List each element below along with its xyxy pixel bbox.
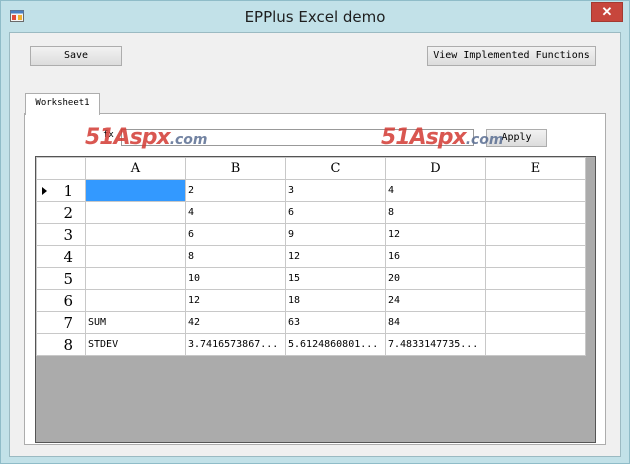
grid-cell[interactable]: 5.6124860801... [285,333,386,356]
column-header-row: A B C D E [36,157,586,180]
row-header[interactable]: 4 [36,245,86,268]
apply-button[interactable]: Apply [486,129,547,147]
grid-cell[interactable]: 7.4833147735... [385,333,486,356]
grid-cell[interactable] [485,223,586,246]
column-header-e[interactable]: E [485,157,586,180]
row-number: 8 [63,335,73,354]
table-row[interactable]: 1 234 [36,179,586,202]
grid-cell[interactable] [485,333,586,356]
row-header[interactable]: 8 [36,333,86,356]
grid-cell[interactable]: SUM [85,311,186,334]
grid-cell[interactable]: 9 [285,223,386,246]
table-row[interactable]: 7 SUM 42 63 84 [36,311,586,334]
grid-cell[interactable] [485,201,586,224]
column-header-c[interactable]: C [285,157,386,180]
grid-cell[interactable]: 42 [185,311,286,334]
row-header[interactable]: 6 [36,289,86,312]
grid-cell[interactable] [485,311,586,334]
grid-cell[interactable]: 84 [385,311,486,334]
grid-cell[interactable]: 8 [385,201,486,224]
row-header[interactable]: 3 [36,223,86,246]
table-row[interactable]: 8 STDEV 3.7416573867... 5.6124860801... 7.48… [36,333,586,356]
close-button[interactable]: ✕ [591,2,623,22]
close-icon: ✕ [601,4,613,19]
grid-cell[interactable]: 18 [285,289,386,312]
formula-input[interactable] [121,129,474,146]
grid-cell[interactable]: 2 [185,179,286,202]
grid-cell[interactable]: 63 [285,311,386,334]
table-row[interactable]: 3 6 9 12 [36,223,586,246]
column-header-b[interactable]: B [185,157,286,180]
tab-worksheet1[interactable]: Worksheet1 [25,93,100,115]
worksheet-tab-page: fx Apply 51Aspx.com 51Aspx.com A B C D E [24,113,606,445]
grid-cell[interactable]: 12 [185,289,286,312]
window-title: EPPlus Excel demo [244,8,386,26]
grid-cell[interactable]: STDEV [85,333,186,356]
row-header[interactable]: 1 [36,179,86,202]
grid-cell[interactable]: 15 [285,267,386,290]
grid-cell[interactable] [85,179,186,202]
client-area: Save View Implemented Functions Workshee… [9,32,621,457]
grid-cell[interactable]: 24 [385,289,486,312]
save-button[interactable]: Save [30,46,122,66]
row-number: 6 [63,291,73,310]
main-window: EPPlus Excel demo ✕ Save View Implemente… [0,0,630,464]
column-header-a[interactable]: A [85,157,186,180]
grid-cell[interactable]: 6 [185,223,286,246]
grid-cell[interactable]: 4 [385,179,486,202]
grid-cell[interactable] [85,223,186,246]
grid-cell[interactable]: 3 [285,179,386,202]
grid-cell[interactable]: 8 [185,245,286,268]
grid-cell[interactable]: 10 [185,267,286,290]
grid-cell[interactable] [85,245,186,268]
grid-cell[interactable]: 6 [285,201,386,224]
spreadsheet-grid[interactable]: A B C D E 1 2 3 4 2 4 6 8 3 6 9 12 4 8 12 16 5 10 15 20 6 12 1… [35,156,596,443]
table-row[interactable]: 4 8 12 16 [36,245,586,268]
row-number: 3 [63,225,73,244]
grid-cell[interactable] [485,245,586,268]
current-row-arrow-icon [42,187,47,195]
grid-table: A B C D E 1 2 3 4 2 4 6 8 3 6 9 12 4 8 12 16 5 10 15 20 6 12 1… [36,157,586,356]
grid-cell[interactable] [85,289,186,312]
fx-label: fx [103,130,114,140]
row-number: 7 [63,313,73,332]
view-implemented-functions-button[interactable]: View Implemented Functions [427,46,596,66]
table-row[interactable]: 2 468 [36,201,586,224]
row-header[interactable]: 7 [36,311,86,334]
row-number: 5 [63,269,73,288]
grid-cell[interactable] [485,289,586,312]
grid-cell[interactable] [485,179,586,202]
row-number: 1 [63,181,73,200]
grid-cell[interactable]: 20 [385,267,486,290]
grid-cell[interactable]: 3.7416573867... [185,333,286,356]
grid-cell[interactable]: 12 [385,223,486,246]
grid-cell[interactable]: 4 [185,201,286,224]
row-header[interactable]: 5 [36,267,86,290]
grid-cell[interactable]: 16 [385,245,486,268]
title-bar[interactable]: EPPlus Excel demo ✕ [1,1,629,33]
row-number: 4 [63,247,73,266]
grid-cell[interactable] [85,201,186,224]
table-row[interactable]: 6 12 18 24 [36,289,586,312]
grid-corner[interactable] [36,157,86,180]
table-row[interactable]: 5 10 15 20 [36,267,586,290]
column-header-d[interactable]: D [385,157,486,180]
grid-cell[interactable] [85,267,186,290]
grid-cell[interactable]: 12 [285,245,386,268]
row-header[interactable]: 2 [36,201,86,224]
row-number: 2 [63,203,73,222]
grid-cell[interactable] [485,267,586,290]
